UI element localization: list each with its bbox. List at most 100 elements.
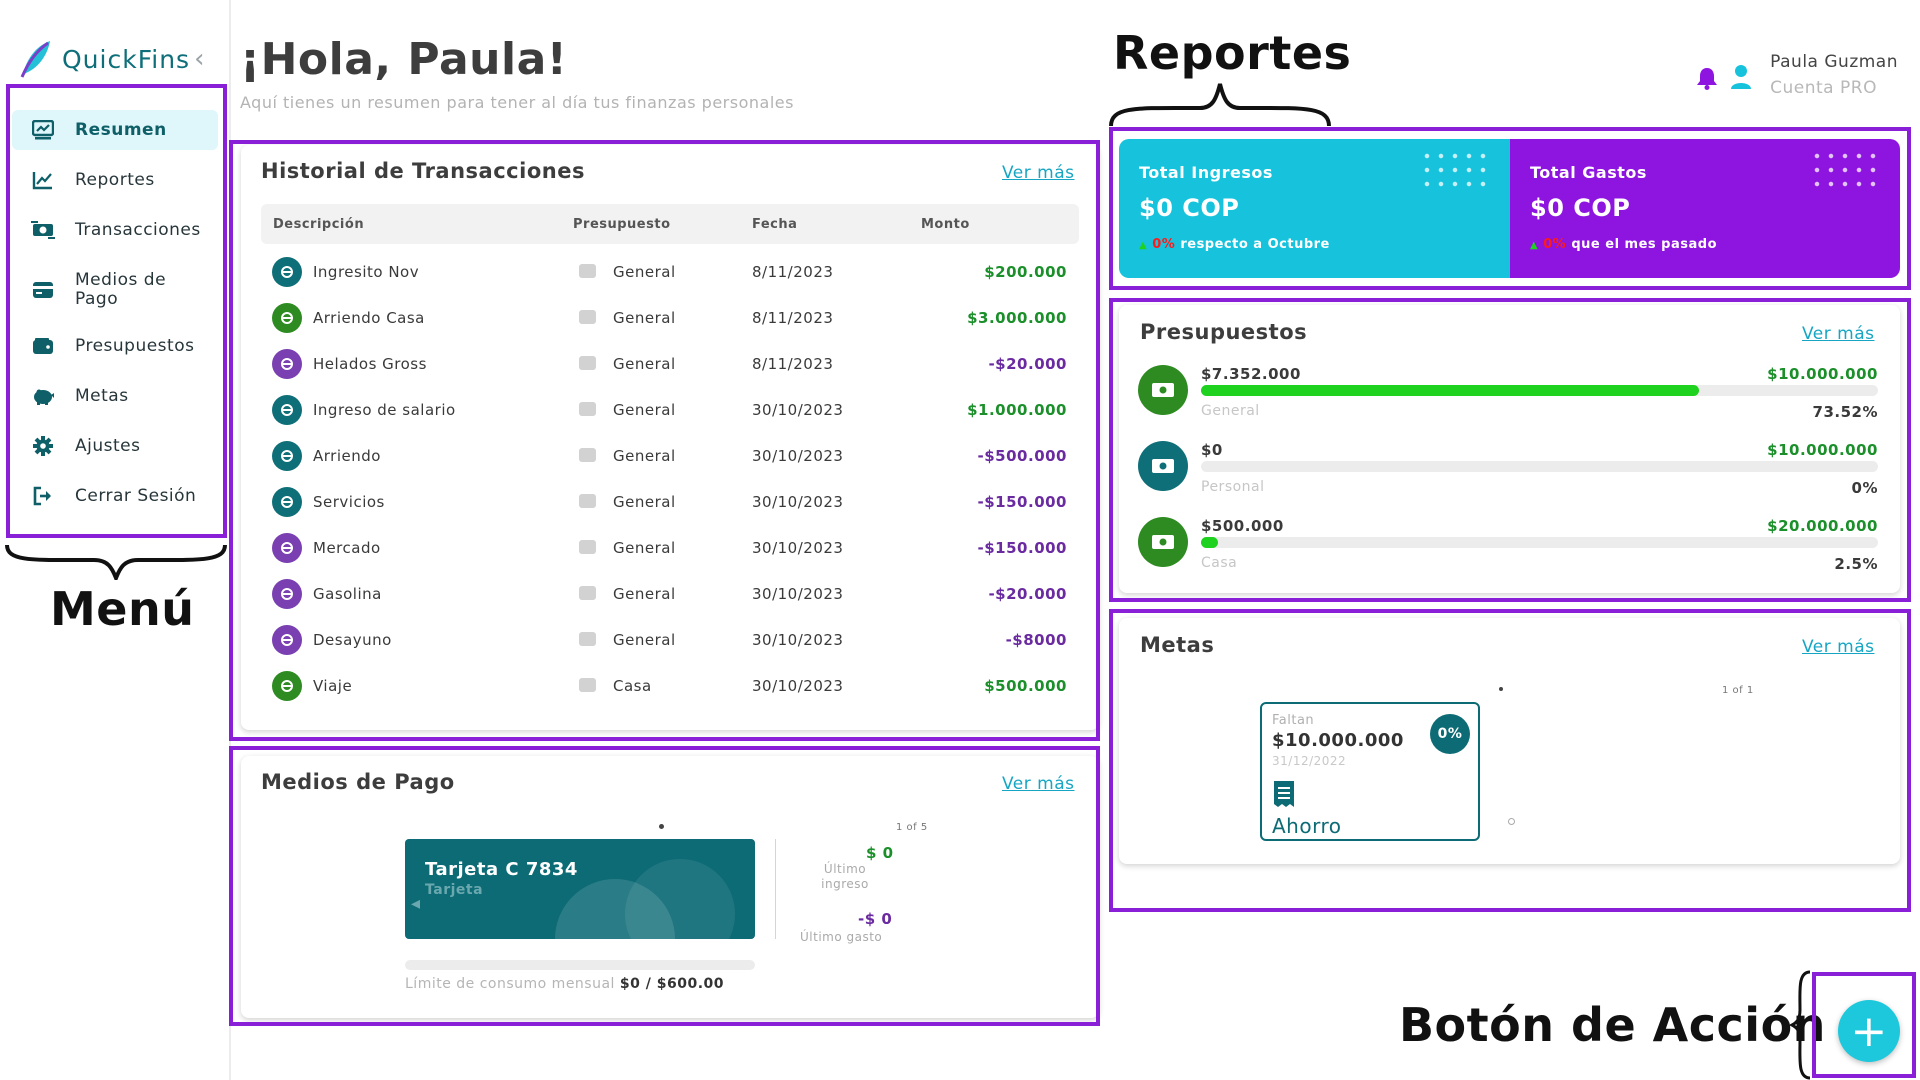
money-growth-icon: [1138, 441, 1188, 491]
transaction-amount: -$500.000: [977, 447, 1067, 465]
food-icon: [272, 349, 302, 379]
menu-item-ajustes[interactable]: Ajustes: [12, 436, 218, 456]
wallet-icon: [579, 264, 596, 278]
dots-decoration: [1420, 149, 1490, 191]
page-subtitle: Aquí tienes un resumen para tener al día…: [240, 93, 794, 112]
transaction-description: Arriendo Casa: [313, 309, 425, 327]
table-row[interactable]: Ingresito Nov General 8/11/2023 $200.000: [261, 251, 1079, 291]
total-income-card[interactable]: Total Ingresos $0 COP ▲ 0% respecto a Oc…: [1119, 139, 1510, 278]
transaction-budget: General: [613, 631, 676, 649]
budget-progress-fill: [1201, 385, 1699, 396]
table-row[interactable]: Desayuno General 30/10/2023 -$8000: [261, 619, 1079, 659]
budget-total: $20.000.000: [1767, 517, 1878, 535]
table-row[interactable]: Gasolina General 30/10/2023 -$20.000: [261, 573, 1079, 613]
action-brace-icon: [1790, 970, 1811, 1080]
budget-percent: 0%: [1851, 479, 1878, 497]
card-name: Tarjeta C 7834: [425, 859, 578, 880]
plane-icon: [272, 671, 302, 701]
transaction-description: Arriendo: [313, 447, 381, 465]
carousel-indicator-dot[interactable]: [1499, 687, 1503, 691]
expense-note: que el mes pasado: [1571, 237, 1717, 252]
budget-item[interactable]: $500.000 $20.000.000 Casa 2.5%: [1138, 517, 1878, 583]
table-row[interactable]: Servicios General 30/10/2023 -$150.000: [261, 481, 1079, 521]
user-avatar-icon[interactable]: [1730, 64, 1752, 94]
transactions-title: Historial de Transacciones: [261, 159, 585, 183]
menu-item-medios-de-pago[interactable]: Medios de Pago: [12, 268, 218, 312]
last-income-value: $ 0: [866, 844, 894, 862]
total-expenses-card[interactable]: Total Gastos $0 COP ▲ 0% que el mes pasa…: [1510, 139, 1900, 278]
menu-item-metas[interactable]: Metas: [12, 386, 218, 406]
table-row[interactable]: Helados Gross General 8/11/2023 -$20.000: [261, 343, 1079, 383]
chevron-left-icon[interactable]: ◂: [411, 893, 421, 914]
payment-methods-more-link[interactable]: Ver más: [1002, 774, 1075, 794]
goal-date: 31/12/2022: [1272, 754, 1347, 768]
menu-item-resumen[interactable]: Resumen: [12, 110, 218, 150]
column-header: Presupuesto: [573, 217, 671, 232]
table-row[interactable]: Arriendo Casa General 8/11/2023 $3.000.000: [261, 297, 1079, 337]
budget-item[interactable]: $7.352.000 $10.000.000 General 73.52%: [1138, 365, 1878, 431]
notification-bell-icon[interactable]: [1696, 66, 1718, 94]
payment-card-tile[interactable]: Tarjeta C 7834 Tarjeta ◂: [405, 839, 755, 939]
carousel-indicator-dot[interactable]: [1508, 818, 1515, 825]
goals-title: Metas: [1140, 633, 1215, 657]
column-header: Descripción: [273, 217, 365, 232]
wallet-icon: [579, 632, 596, 646]
column-header: Monto: [921, 217, 970, 232]
money-transfer-icon: [29, 220, 57, 240]
transaction-description: Desayuno: [313, 631, 392, 649]
budget-item[interactable]: $0 $10.000.000 Personal 0%: [1138, 441, 1878, 507]
reportes-annotation: Reportes: [1113, 26, 1352, 80]
menu-item-transacciones[interactable]: Transacciones: [12, 220, 218, 240]
menu-annotation: Menú: [50, 582, 195, 636]
goals-pager: 1 of 1: [1722, 685, 1754, 696]
gear-icon: [29, 436, 57, 456]
goal-name: Ahorro: [1272, 814, 1342, 838]
dashboard-icon: [29, 120, 57, 140]
menu-label: Ajustes: [75, 436, 141, 456]
user-name: Paula Guzman: [1770, 52, 1898, 72]
table-row[interactable]: Ingreso de salario General 30/10/2023 $1.00…: [261, 389, 1079, 429]
payment-divider: [775, 839, 776, 939]
transaction-description: Helados Gross: [313, 355, 427, 373]
consumption-limit-bar: [405, 960, 755, 970]
transaction-budget: General: [613, 585, 676, 603]
transfer-icon: [272, 257, 302, 287]
expense-pct: 0%: [1543, 237, 1567, 252]
payment-methods-title: Medios de Pago: [261, 770, 455, 794]
budgets-more-link[interactable]: Ver más: [1802, 324, 1875, 344]
reportes-brace-icon: [1109, 83, 1331, 127]
table-row[interactable]: Arriendo General 30/10/2023 -$500.000: [261, 435, 1079, 475]
goal-tile[interactable]: Faltan $10.000.000 31/12/2022 0% Ahorro: [1260, 702, 1480, 841]
menu-item-reportes[interactable]: Reportes: [12, 170, 218, 190]
budget-name: Casa: [1201, 555, 1238, 571]
transaction-amount: -$8000: [1005, 631, 1067, 649]
menu-item-presupuestos[interactable]: Presupuestos: [12, 336, 218, 356]
budget-current: $7.352.000: [1201, 365, 1301, 383]
menu-label: Presupuestos: [75, 336, 195, 356]
transaction-date: 30/10/2023: [752, 447, 844, 465]
transaction-date: 30/10/2023: [752, 585, 844, 603]
store-icon: [1138, 517, 1188, 567]
food-icon: [272, 625, 302, 655]
table-row[interactable]: Mercado General 30/10/2023 -$150.000: [261, 527, 1079, 567]
chevron-left-icon[interactable]: ‹: [194, 44, 205, 74]
goals-more-link[interactable]: Ver más: [1802, 637, 1875, 657]
transaction-budget: General: [613, 401, 676, 419]
transaction-amount: -$20.000: [988, 355, 1067, 373]
add-action-button[interactable]: +: [1838, 1000, 1900, 1062]
menu-item-cerrar-sesion[interactable]: Cerrar Sesión: [12, 486, 218, 506]
budget-progress-bar: [1201, 461, 1878, 472]
budget-percent: 73.52%: [1812, 403, 1878, 421]
expense-value: $0 COP: [1530, 194, 1631, 222]
transaction-description: Mercado: [313, 539, 381, 557]
cash-icon: [1138, 365, 1188, 415]
carousel-indicator-dot[interactable]: [659, 824, 664, 829]
user-info[interactable]: Paula Guzman Cuenta PRO: [1770, 52, 1898, 98]
budgets-title: Presupuestos: [1140, 320, 1308, 344]
wallet-icon: [579, 448, 596, 462]
app-logo[interactable]: QuickFins ‹: [18, 36, 205, 82]
table-row[interactable]: Viaje Casa 30/10/2023 $500.000: [261, 665, 1079, 705]
card-decoration: [625, 859, 735, 939]
transactions-more-link[interactable]: Ver más: [1002, 163, 1075, 183]
goals-card: [1119, 618, 1900, 864]
